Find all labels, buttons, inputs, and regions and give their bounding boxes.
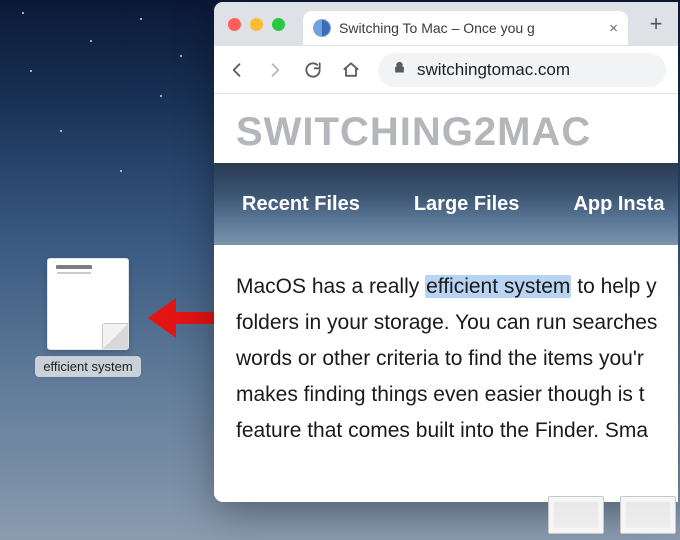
back-button[interactable]: [226, 59, 248, 81]
browser-tab[interactable]: Switching To Mac – Once you g ×: [303, 11, 628, 45]
browser-toolbar: switchingtomac.com: [214, 46, 678, 94]
forward-button[interactable]: [264, 59, 286, 81]
lock-icon: [392, 60, 407, 80]
file-label: efficient system: [35, 356, 140, 377]
article-body[interactable]: MacOS has a really efficient system to h…: [214, 245, 678, 450]
nav-recent-files[interactable]: Recent Files: [242, 193, 360, 216]
site-favicon-icon: [313, 19, 331, 37]
article-text: MacOS has a really: [236, 275, 425, 298]
selected-text[interactable]: efficient system: [425, 275, 571, 298]
thumbnail[interactable]: [620, 496, 676, 534]
url-text: switchingtomac.com: [417, 60, 570, 80]
minimize-window-button[interactable]: [250, 18, 263, 31]
webpage-content: SWITCHING2MAC Recent Files Large Files A…: [214, 94, 678, 502]
close-tab-icon[interactable]: ×: [609, 20, 618, 37]
maximize-window-button[interactable]: [272, 18, 285, 31]
new-tab-button[interactable]: +: [642, 11, 670, 37]
tab-strip: Switching To Mac – Once you g × +: [214, 2, 678, 46]
site-logo[interactable]: SWITCHING2MAC: [236, 110, 678, 155]
window-controls: [228, 18, 285, 31]
article-text: to help y: [571, 275, 656, 298]
chrome-window: Switching To Mac – Once you g × + switch…: [214, 2, 678, 502]
desktop-text-clipping[interactable]: efficient system: [28, 258, 148, 377]
reload-button[interactable]: [302, 59, 324, 81]
article-text: makes finding things even easier though …: [236, 377, 678, 413]
article-text: words or other criteria to find the item…: [236, 341, 678, 377]
nav-app-install[interactable]: App Insta: [573, 193, 664, 216]
tab-title: Switching To Mac – Once you g: [339, 20, 601, 36]
close-window-button[interactable]: [228, 18, 241, 31]
article-text: feature that comes built into the Finder…: [236, 413, 678, 449]
article-text: folders in your storage. You can run sea…: [236, 305, 678, 341]
thumbnail[interactable]: [548, 496, 604, 534]
text-clipping-icon: [47, 258, 129, 350]
address-bar[interactable]: switchingtomac.com: [378, 53, 666, 87]
site-nav-hero: Recent Files Large Files App Insta: [214, 163, 678, 245]
nav-large-files[interactable]: Large Files: [414, 193, 520, 216]
home-button[interactable]: [340, 59, 362, 81]
bottom-thumbnails: [548, 496, 676, 534]
